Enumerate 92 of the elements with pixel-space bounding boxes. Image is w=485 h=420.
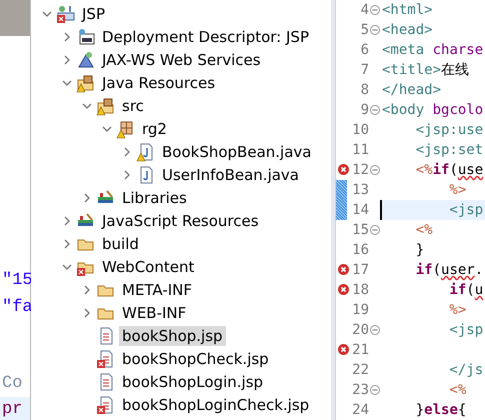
code-text: "15	[1, 270, 30, 292]
code-token: }	[414, 242, 424, 258]
code-token: user	[441, 262, 475, 278]
line-number: 24	[351, 402, 369, 418]
code-token: <body	[382, 102, 424, 118]
fold-icon[interactable]	[370, 165, 380, 175]
line-number: 19	[351, 302, 369, 318]
tree-item[interactable]: bookShopLoginCheck.jsp	[119, 394, 312, 414]
fold-icon[interactable]	[370, 105, 380, 115]
line-number: 18	[351, 282, 369, 298]
code-token: 在线	[441, 61, 470, 79]
fold-icon[interactable]	[370, 225, 380, 235]
code-token: if	[414, 262, 433, 278]
fold-icon[interactable]	[370, 25, 380, 35]
tree-item[interactable]: WebContent	[99, 256, 198, 276]
line-number: 20	[351, 322, 369, 338]
project-icon	[57, 4, 75, 22]
tree-item[interactable]: Java Resources	[99, 72, 218, 92]
code-text: "fa	[1, 297, 30, 319]
line-number: 13	[351, 182, 369, 198]
tree-item[interactable]: JavaScript Resources	[99, 210, 262, 230]
code-token: if	[432, 162, 450, 178]
jsp-file-icon	[97, 350, 115, 368]
line-number: 8	[360, 82, 369, 98]
source-folder-icon	[97, 96, 115, 114]
code-token: <head>	[382, 22, 433, 38]
line-number: 6	[360, 42, 369, 58]
line-number: 10	[351, 122, 369, 138]
code-token: </js	[448, 362, 484, 378]
line-number: 9	[360, 102, 369, 118]
code-token: charse	[432, 42, 484, 58]
tree-item[interactable]: src	[119, 96, 147, 116]
resources-icon	[77, 74, 95, 92]
line-number: 16	[351, 242, 369, 258]
line-number: 7	[360, 62, 369, 78]
tree-item[interactable]: JAX-WS Web Services	[99, 50, 264, 70]
line-number: 22	[351, 362, 369, 378]
code-token: (	[432, 262, 442, 278]
tree-item[interactable]: UserInfoBean.java	[159, 164, 302, 184]
code-token: <jsp:set	[414, 142, 484, 158]
code-token: %>	[448, 302, 466, 318]
code-token: (	[449, 162, 458, 178]
code-token: %>	[448, 182, 466, 198]
line-number: 12	[351, 162, 369, 178]
package-icon	[117, 120, 135, 138]
code-token: <%	[448, 382, 466, 398]
code-token: bgcolo	[432, 102, 484, 118]
tree-item[interactable]: Deployment Descriptor: JSP	[99, 26, 312, 46]
code-token: <%	[414, 222, 433, 238]
tree-item[interactable]: Libraries	[119, 188, 190, 208]
code-token: u	[474, 282, 484, 298]
code-token: }	[414, 402, 424, 418]
tree-item[interactable]: bookShopLogin.jsp	[119, 372, 266, 392]
tree-item[interactable]: WEB-INF	[119, 302, 190, 322]
tree-item[interactable]: JSP	[79, 4, 108, 24]
java-file-icon	[137, 142, 155, 160]
code-token: <jsp	[448, 202, 484, 218]
code-token: else	[424, 402, 458, 418]
line-number: 23	[351, 382, 369, 398]
code-token: {	[458, 402, 466, 418]
line-number: 15	[351, 222, 369, 238]
tree-item[interactable]: bookShop.jsp	[119, 326, 226, 346]
code-text: Co	[1, 373, 24, 395]
descriptor-icon	[77, 28, 95, 46]
code-token: <meta	[382, 42, 424, 58]
code-token: .	[474, 262, 484, 278]
line-number: 11	[351, 142, 369, 158]
line-number: 14	[351, 202, 369, 218]
line-number: 5	[360, 22, 369, 38]
code-text: pr	[0, 397, 30, 420]
tree-item[interactable]: BookShopBean.java	[159, 142, 314, 162]
code-token: if	[448, 282, 466, 298]
fold-icon[interactable]	[370, 5, 380, 15]
line-number: 17	[351, 262, 369, 278]
code-token: <jsp	[448, 322, 484, 338]
tree-item[interactable]: rg2	[139, 118, 170, 138]
fold-icon[interactable]	[370, 385, 380, 395]
line-number: 4	[360, 2, 369, 18]
tree-item[interactable]: bookShopCheck.jsp	[119, 348, 272, 368]
code-token: <html>	[382, 2, 433, 18]
services-icon	[77, 50, 95, 68]
code-token: <jsp:use	[414, 122, 484, 138]
tree-item[interactable]: build	[99, 234, 142, 254]
jsp-file-icon	[97, 396, 115, 414]
code-token: use	[458, 162, 484, 178]
tree-item[interactable]: META-INF	[119, 280, 196, 300]
code-token: (	[466, 282, 475, 298]
code-token: <title>	[382, 62, 442, 78]
code-token: <%	[414, 162, 433, 178]
line-number: 21	[351, 342, 369, 358]
code-token: </head>	[382, 82, 442, 98]
fold-icon[interactable]	[370, 325, 380, 335]
